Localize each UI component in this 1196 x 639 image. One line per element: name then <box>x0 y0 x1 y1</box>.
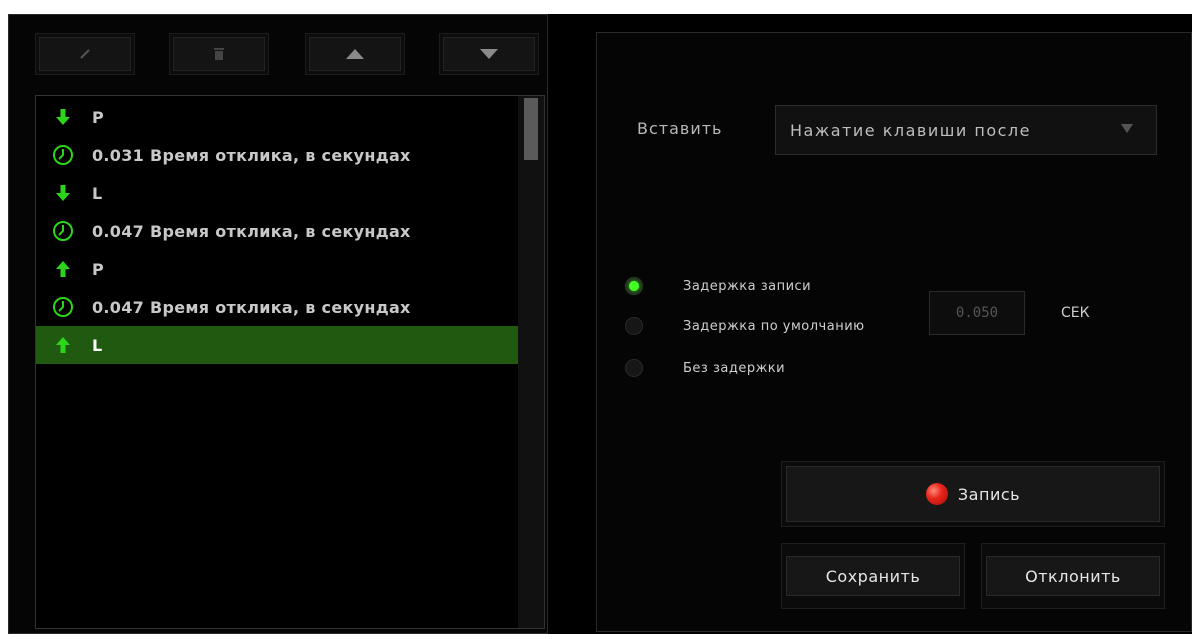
clock-icon <box>50 220 76 242</box>
list-item-label: L <box>92 183 103 203</box>
cancel-button-label: Отклонить <box>1025 566 1121 586</box>
default-delay-label: Задержка по умолчанию <box>683 319 865 334</box>
delete-button[interactable] <box>169 33 269 75</box>
list-item-label: L <box>92 335 103 355</box>
record-button-label: Запись <box>957 484 1021 504</box>
default-delay-input[interactable]: 0.050 <box>929 291 1025 335</box>
delay-unit-label: СЕК <box>1061 305 1090 321</box>
move-up-button[interactable] <box>305 33 405 75</box>
trash-icon <box>214 48 224 60</box>
list-item[interactable]: 0.047 Время отклика, в секундах <box>36 288 519 326</box>
key-up-arrow-icon <box>50 336 76 354</box>
list-item-selected[interactable]: L <box>36 326 519 364</box>
macro-panel: P 0.031 Время отклика, в секундах L 0.04… <box>8 14 548 634</box>
list-scrollbar[interactable] <box>518 96 544 628</box>
list-item-label: P <box>92 107 105 127</box>
pencil-icon <box>80 49 90 59</box>
record-button[interactable]: Запись <box>786 466 1160 522</box>
arrow-down-icon <box>480 49 498 59</box>
move-down-button[interactable] <box>439 33 539 75</box>
macro-editor: P 0.031 Время отклика, в секундах L 0.04… <box>8 14 1192 634</box>
macro-list[interactable]: P 0.031 Время отклика, в секундах L 0.04… <box>35 95 545 629</box>
insert-label: Вставить <box>637 119 723 138</box>
list-item-label: 0.047 Время отклика, в секундах <box>92 221 411 241</box>
list-item-label: 0.031 Время отклика, в секундах <box>92 145 411 165</box>
cancel-button-frame: Отклонить <box>981 543 1165 609</box>
list-item[interactable]: L <box>36 174 519 212</box>
no-delay-label: Без задержки <box>683 361 786 376</box>
cancel-button[interactable]: Отклонить <box>986 556 1160 596</box>
no-delay-radio[interactable] <box>625 359 643 377</box>
list-item-label: 0.047 Время отклика, в секундах <box>92 297 411 317</box>
key-down-arrow-icon <box>50 108 76 126</box>
clock-icon <box>50 144 76 166</box>
clock-icon <box>50 296 76 318</box>
insert-settings-panel: Вставить Нажатие клавиши после Задержка … <box>596 32 1192 632</box>
key-up-arrow-icon <box>50 260 76 278</box>
key-down-arrow-icon <box>50 184 76 202</box>
arrow-up-icon <box>346 49 364 59</box>
list-item[interactable]: 0.047 Время отклика, в секундах <box>36 212 519 250</box>
chevron-down-icon <box>1121 124 1133 133</box>
save-button[interactable]: Сохранить <box>786 556 960 596</box>
list-item[interactable]: P <box>36 98 519 136</box>
list-item-label: P <box>92 259 105 279</box>
record-delay-radio[interactable] <box>625 277 643 295</box>
insert-type-dropdown[interactable]: Нажатие клавиши после <box>775 105 1157 155</box>
list-item[interactable]: 0.031 Время отклика, в секундах <box>36 136 519 174</box>
scrollbar-thumb[interactable] <box>524 98 538 160</box>
default-delay-radio[interactable] <box>625 317 643 335</box>
edit-button[interactable] <box>35 33 135 75</box>
list-item[interactable]: P <box>36 250 519 288</box>
dropdown-value: Нажатие клавиши после <box>790 120 1031 140</box>
save-button-frame: Сохранить <box>781 543 965 609</box>
record-button-frame: Запись <box>781 461 1165 527</box>
record-delay-label: Задержка записи <box>683 279 812 294</box>
save-button-label: Сохранить <box>825 566 921 586</box>
record-icon <box>925 483 948 505</box>
